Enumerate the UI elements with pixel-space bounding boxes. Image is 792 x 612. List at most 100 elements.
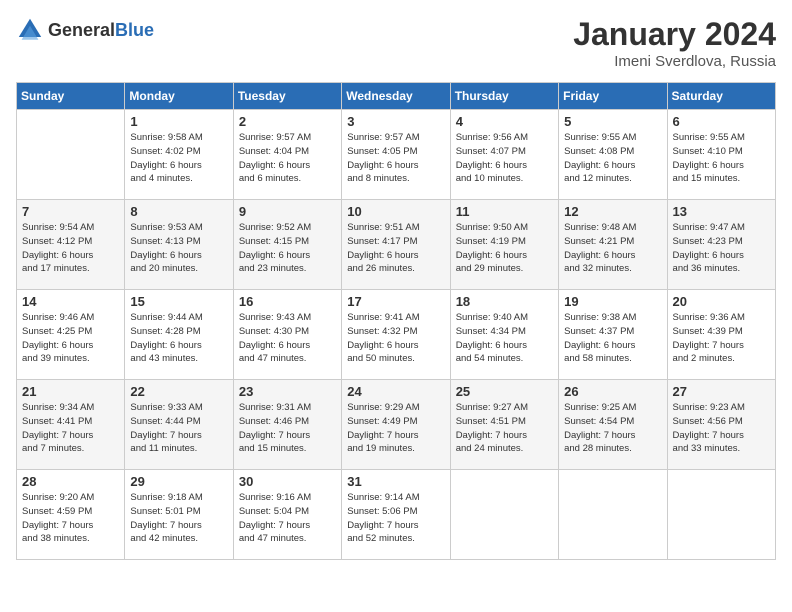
calendar-cell: 3 Sunrise: 9:57 AM Sunset: 4:05 PM Daylig…	[342, 110, 450, 200]
day-info: Sunrise: 9:55 AM Sunset: 4:10 PM Dayligh…	[673, 131, 770, 186]
day-header-monday: Monday	[125, 83, 233, 110]
day-info: Sunrise: 9:57 AM Sunset: 4:05 PM Dayligh…	[347, 131, 444, 186]
day-number: 31	[347, 474, 444, 489]
day-number: 23	[239, 384, 336, 399]
calendar-cell: 9Sunrise: 9:52 AM Sunset: 4:15 PM Daylig…	[233, 200, 341, 290]
calendar-cell: 31 Sunrise: 9:14 AM Sunset: 5:06 PM Dayli…	[342, 470, 450, 560]
calendar-week-2: 7 Sunrise: 9:54 AM Sunset: 4:12 PM Daylig…	[17, 200, 776, 290]
day-number: 2	[239, 114, 336, 129]
calendar-cell	[450, 470, 558, 560]
day-info: Sunrise: 9:51 AM Sunset: 4:17 PM Dayligh…	[347, 221, 444, 276]
calendar-cell: 30 Sunrise: 9:16 AM Sunset: 5:04 PM Dayli…	[233, 470, 341, 560]
day-info: Sunrise: 9:33 AM Sunset: 4:44 PM Dayligh…	[130, 401, 227, 456]
logo-text-blue: Blue	[115, 20, 154, 40]
calendar-table: SundayMondayTuesdayWednesdayThursdayFrid…	[16, 82, 776, 560]
calendar-cell: 17Sunrise: 9:41 AM Sunset: 4:32 PM Dayli…	[342, 290, 450, 380]
day-info: Sunrise: 9:44 AM Sunset: 4:28 PM Dayligh…	[130, 311, 227, 366]
calendar-cell: 21 Sunrise: 9:34 AM Sunset: 4:41 PM Dayli…	[17, 380, 125, 470]
calendar-cell: 20 Sunrise: 9:36 AM Sunset: 4:39 PM Dayli…	[667, 290, 775, 380]
location: Imeni Sverdlova, Russia	[573, 53, 776, 70]
day-info: Sunrise: 9:25 AM Sunset: 4:54 PM Dayligh…	[564, 401, 661, 456]
calendar-cell: 29 Sunrise: 9:18 AM Sunset: 5:01 PM Dayli…	[125, 470, 233, 560]
day-header-friday: Friday	[559, 83, 667, 110]
day-header-saturday: Saturday	[667, 83, 775, 110]
day-info: Sunrise: 9:14 AM Sunset: 5:06 PM Dayligh…	[347, 491, 444, 546]
day-number: 6	[673, 114, 770, 129]
day-info: Sunrise: 9:29 AM Sunset: 4:49 PM Dayligh…	[347, 401, 444, 456]
day-header-tuesday: Tuesday	[233, 83, 341, 110]
day-number: 10	[347, 204, 444, 219]
day-number: 4	[456, 114, 553, 129]
day-info: Sunrise: 9:20 AM Sunset: 4:59 PM Dayligh…	[22, 491, 119, 546]
day-number: 22	[130, 384, 227, 399]
day-info: Sunrise: 9:55 AM Sunset: 4:08 PM Dayligh…	[564, 131, 661, 186]
day-number: 12	[564, 204, 661, 219]
logo-text-general: General	[48, 20, 115, 40]
day-info: Sunrise: 9:36 AM Sunset: 4:39 PM Dayligh…	[673, 311, 770, 366]
calendar-cell: 11Sunrise: 9:50 AM Sunset: 4:19 PM Dayli…	[450, 200, 558, 290]
day-info: Sunrise: 9:47 AM Sunset: 4:23 PM Dayligh…	[673, 221, 770, 276]
calendar-cell: 1 Sunrise: 9:58 AM Sunset: 4:02 PM Daylig…	[125, 110, 233, 200]
calendar-cell: 25 Sunrise: 9:27 AM Sunset: 4:51 PM Dayli…	[450, 380, 558, 470]
day-number: 9	[239, 204, 336, 219]
day-number: 27	[673, 384, 770, 399]
day-number: 25	[456, 384, 553, 399]
day-number: 13	[673, 204, 770, 219]
calendar-cell: 22 Sunrise: 9:33 AM Sunset: 4:44 PM Dayli…	[125, 380, 233, 470]
day-number: 19	[564, 294, 661, 309]
day-info: Sunrise: 9:54 AM Sunset: 4:12 PM Dayligh…	[22, 221, 119, 276]
day-info: Sunrise: 9:43 AM Sunset: 4:30 PM Dayligh…	[239, 311, 336, 366]
calendar-cell: 4 Sunrise: 9:56 AM Sunset: 4:07 PM Daylig…	[450, 110, 558, 200]
day-info: Sunrise: 9:16 AM Sunset: 5:04 PM Dayligh…	[239, 491, 336, 546]
day-number: 26	[564, 384, 661, 399]
day-number: 20	[673, 294, 770, 309]
calendar-cell: 16 Sunrise: 9:43 AM Sunset: 4:30 PM Dayli…	[233, 290, 341, 380]
calendar-cell: 10 Sunrise: 9:51 AM Sunset: 4:17 PM Dayli…	[342, 200, 450, 290]
day-number: 7	[22, 204, 119, 219]
day-info: Sunrise: 9:58 AM Sunset: 4:02 PM Dayligh…	[130, 131, 227, 186]
day-number: 24	[347, 384, 444, 399]
day-info: Sunrise: 9:38 AM Sunset: 4:37 PM Dayligh…	[564, 311, 661, 366]
day-number: 14	[22, 294, 119, 309]
month-title: January 2024	[573, 16, 776, 53]
day-info: Sunrise: 9:18 AM Sunset: 5:01 PM Dayligh…	[130, 491, 227, 546]
calendar-cell: 5 Sunrise: 9:55 AM Sunset: 4:08 PM Daylig…	[559, 110, 667, 200]
day-number: 11	[456, 204, 553, 219]
day-number: 5	[564, 114, 661, 129]
day-info: Sunrise: 9:48 AM Sunset: 4:21 PM Dayligh…	[564, 221, 661, 276]
calendar-body: 1 Sunrise: 9:58 AM Sunset: 4:02 PM Daylig…	[17, 110, 776, 560]
page-header: GeneralBlue January 2024 Imeni Sverdlova…	[16, 16, 776, 70]
day-number: 3	[347, 114, 444, 129]
calendar-cell: 19 Sunrise: 9:38 AM Sunset: 4:37 PM Dayli…	[559, 290, 667, 380]
calendar-cell: 8Sunrise: 9:53 AM Sunset: 4:13 PM Daylig…	[125, 200, 233, 290]
calendar-cell: 6 Sunrise: 9:55 AM Sunset: 4:10 PM Daylig…	[667, 110, 775, 200]
day-info: Sunrise: 9:34 AM Sunset: 4:41 PM Dayligh…	[22, 401, 119, 456]
day-number: 18	[456, 294, 553, 309]
calendar-cell: 14Sunrise: 9:46 AM Sunset: 4:25 PM Dayli…	[17, 290, 125, 380]
day-info: Sunrise: 9:41 AM Sunset: 4:32 PM Dayligh…	[347, 311, 444, 366]
day-info: Sunrise: 9:27 AM Sunset: 4:51 PM Dayligh…	[456, 401, 553, 456]
day-number: 29	[130, 474, 227, 489]
day-header-wednesday: Wednesday	[342, 83, 450, 110]
day-number: 8	[130, 204, 227, 219]
day-number: 16	[239, 294, 336, 309]
calendar-week-3: 14Sunrise: 9:46 AM Sunset: 4:25 PM Dayli…	[17, 290, 776, 380]
calendar-cell: 18 Sunrise: 9:40 AM Sunset: 4:34 PM Dayli…	[450, 290, 558, 380]
calendar-cell	[559, 470, 667, 560]
day-number: 21	[22, 384, 119, 399]
day-number: 30	[239, 474, 336, 489]
calendar-cell	[667, 470, 775, 560]
calendar-cell: 12 Sunrise: 9:48 AM Sunset: 4:21 PM Dayli…	[559, 200, 667, 290]
day-info: Sunrise: 9:40 AM Sunset: 4:34 PM Dayligh…	[456, 311, 553, 366]
day-info: Sunrise: 9:56 AM Sunset: 4:07 PM Dayligh…	[456, 131, 553, 186]
calendar-cell: 15Sunrise: 9:44 AM Sunset: 4:28 PM Dayli…	[125, 290, 233, 380]
day-number: 1	[130, 114, 227, 129]
day-number: 28	[22, 474, 119, 489]
calendar-week-4: 21 Sunrise: 9:34 AM Sunset: 4:41 PM Dayli…	[17, 380, 776, 470]
calendar-cell: 7 Sunrise: 9:54 AM Sunset: 4:12 PM Daylig…	[17, 200, 125, 290]
title-block: January 2024 Imeni Sverdlova, Russia	[573, 16, 776, 70]
day-header-sunday: Sunday	[17, 83, 125, 110]
calendar-cell: 24 Sunrise: 9:29 AM Sunset: 4:49 PM Dayli…	[342, 380, 450, 470]
calendar-cell: 2Sunrise: 9:57 AM Sunset: 4:04 PM Daylig…	[233, 110, 341, 200]
logo: GeneralBlue	[16, 16, 154, 44]
